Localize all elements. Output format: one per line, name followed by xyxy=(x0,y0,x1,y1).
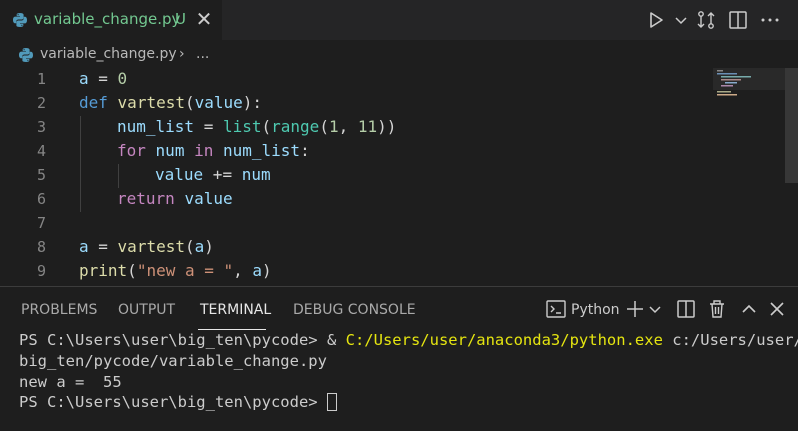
tab-close-button[interactable]: ✕ xyxy=(194,7,214,31)
code-line: 5 value += num xyxy=(0,164,700,188)
terminal-line: new a = 55 xyxy=(19,373,122,391)
compare-changes-icon[interactable] xyxy=(694,8,718,32)
line-number: 1 xyxy=(36,70,46,88)
code-editor[interactable]: 1 a = 0 2 def vartest(value): 3 num_list… xyxy=(0,68,798,286)
code-text: value += num xyxy=(155,165,271,184)
breadcrumb-file[interactable]: variable_change.py xyxy=(40,46,177,62)
python-icon xyxy=(19,48,33,62)
code-line: 6 return value xyxy=(0,188,700,212)
tab-terminal[interactable]: TERMINAL xyxy=(200,302,271,318)
tab-title: variable_change.py xyxy=(34,10,181,28)
chevron-up-icon[interactable] xyxy=(738,297,760,321)
line-number: 6 xyxy=(36,190,46,208)
editor-tab-bar: variable_change.py U ✕ xyxy=(0,0,798,40)
breadcrumb: variable_change.py › ... xyxy=(0,40,798,70)
code-text: for num in num_list: xyxy=(117,141,310,160)
trash-icon[interactable] xyxy=(706,297,728,321)
code-line: 4 for num in num_list: xyxy=(0,140,700,164)
split-panel-icon[interactable] xyxy=(674,297,698,321)
python-icon xyxy=(13,13,27,27)
chevron-down-icon[interactable] xyxy=(674,8,688,32)
code-line: 8 a = vartest(a) xyxy=(0,236,700,260)
line-number: 4 xyxy=(36,142,46,160)
line-number: 8 xyxy=(36,238,46,256)
code-text: a = 0 xyxy=(79,69,128,88)
line-number: 7 xyxy=(36,214,46,232)
code-text: def vartest(value): xyxy=(79,93,263,112)
code-text: return value xyxy=(117,189,233,208)
tab-problems[interactable]: PROBLEMS xyxy=(21,302,97,318)
bottom-panel: PROBLEMS OUTPUT TERMINAL DEBUG CONSOLE P… xyxy=(0,286,798,431)
tab-output[interactable]: OUTPUT xyxy=(118,302,175,318)
code-text: a = vartest(a) xyxy=(79,237,214,256)
active-tab-indicator xyxy=(198,329,266,330)
line-number: 5 xyxy=(36,166,46,184)
breadcrumb-symbols[interactable]: ... xyxy=(196,46,209,62)
code-line: 9 print("new a = ", a) xyxy=(0,260,700,284)
plus-icon[interactable] xyxy=(624,297,646,321)
code-text: num_list = list(range(1, 11)) xyxy=(117,117,397,136)
code-line: 2 def vartest(value): xyxy=(0,92,700,116)
line-number: 2 xyxy=(36,94,46,112)
breadcrumb-separator: › xyxy=(179,46,185,62)
line-number: 3 xyxy=(36,118,46,136)
terminal-shell-name[interactable]: Python xyxy=(571,302,620,318)
terminal-icon xyxy=(546,300,566,318)
minimap[interactable] xyxy=(715,68,785,108)
line-number: 9 xyxy=(36,262,46,280)
terminal-line: PS C:\Users\user\big_ten\pycode> & C:/Us… xyxy=(19,331,798,349)
tab-variable-change[interactable]: variable_change.py U ✕ xyxy=(0,0,222,40)
terminal-cursor xyxy=(326,393,337,411)
close-icon[interactable] xyxy=(766,297,788,321)
terminal-prompt-line: PS C:\Users\user\big_ten\pycode> xyxy=(19,393,337,411)
terminal-line: big_ten/pycode/variable_change.py xyxy=(19,352,327,370)
split-editor-icon[interactable] xyxy=(726,8,750,32)
code-line: 7 xyxy=(0,212,700,236)
vertical-scrollbar[interactable] xyxy=(785,68,798,183)
tab-debug-console[interactable]: DEBUG CONSOLE xyxy=(293,302,416,318)
chevron-down-icon[interactable] xyxy=(648,297,662,321)
git-untracked-badge: U xyxy=(175,10,186,28)
code-line: 3 num_list = list(range(1, 11)) xyxy=(0,116,700,140)
more-actions-icon[interactable] xyxy=(758,8,782,32)
code-text: print("new a = ", a) xyxy=(79,261,272,280)
code-line: 1 a = 0 xyxy=(0,68,700,92)
play-icon[interactable] xyxy=(644,8,668,32)
